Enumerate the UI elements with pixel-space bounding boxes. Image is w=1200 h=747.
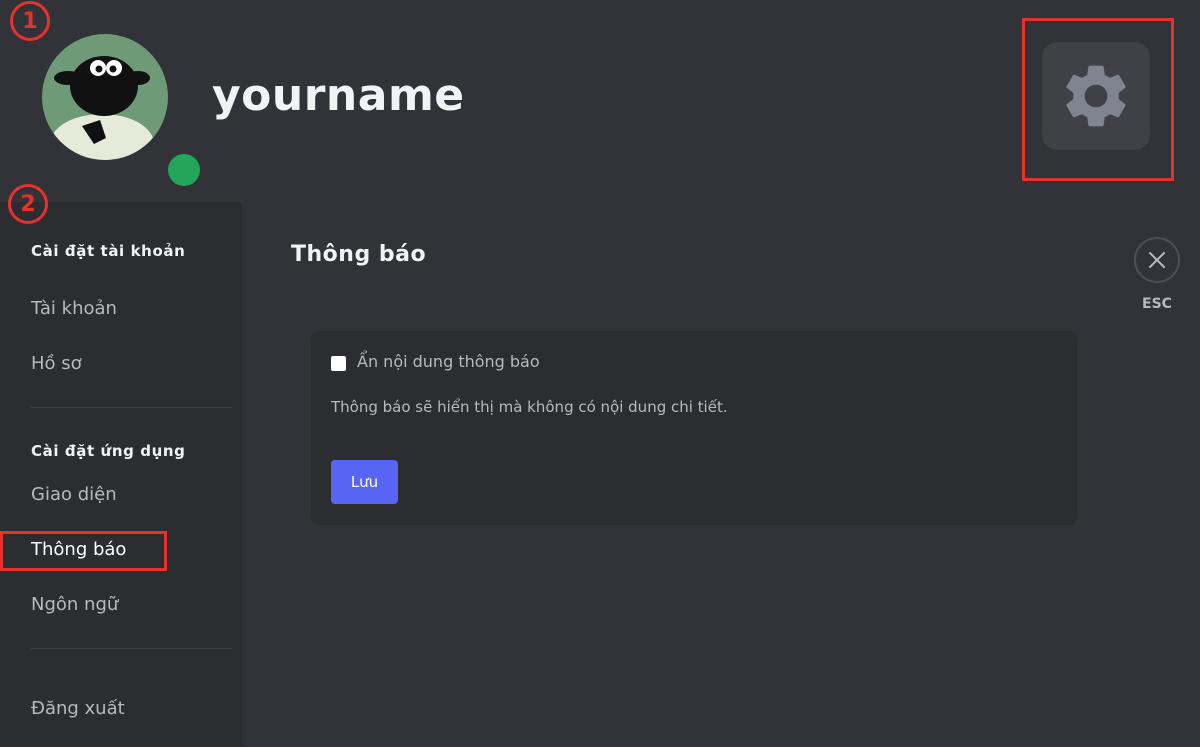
- page-title: Thông báo: [291, 242, 427, 267]
- sidebar-divider: [31, 407, 232, 408]
- avatar[interactable]: [42, 34, 208, 194]
- esc-label: ESC: [1142, 296, 1172, 312]
- username: yourname: [212, 70, 465, 121]
- step-badge-1: 1: [10, 1, 50, 41]
- hide-content-label[interactable]: Ẩn nội dung thông báo: [357, 352, 540, 371]
- sidebar-heading-app: Cài đặt ứng dụng: [31, 442, 186, 460]
- sidebar-item-appearance[interactable]: Giao diện: [31, 484, 117, 505]
- hide-content-description: Thông báo sẽ hiển thị mà không có nội du…: [331, 398, 728, 416]
- sidebar-divider: [31, 648, 232, 649]
- settings-sidebar: Cài đặt tài khoản Tài khoản Hồ sơ Cài đặ…: [0, 202, 242, 747]
- notifications-highlight-box: [0, 531, 167, 571]
- profile-header: yourname: [0, 0, 1200, 202]
- online-status-indicator: [160, 146, 208, 194]
- step-badge-2: 2: [8, 184, 48, 224]
- hide-content-checkbox[interactable]: [331, 356, 346, 371]
- save-button[interactable]: Lưu: [331, 460, 398, 504]
- settings-content: Thông báo ESC Ẩn nội dung thông báo Thôn…: [242, 202, 1200, 747]
- sheep-avatar-icon: [42, 34, 168, 160]
- sidebar-item-profile[interactable]: Hồ sơ: [31, 353, 82, 374]
- settings-highlight-box: [1022, 18, 1174, 181]
- sidebar-item-account[interactable]: Tài khoản: [31, 298, 117, 319]
- sidebar-item-language[interactable]: Ngôn ngữ: [31, 594, 118, 615]
- close-icon: [1149, 252, 1165, 268]
- notification-settings-card: Ẩn nội dung thông báo Thông báo sẽ hiển …: [311, 331, 1077, 525]
- close-button[interactable]: [1134, 237, 1180, 283]
- sidebar-heading-account: Cài đặt tài khoản: [31, 242, 186, 260]
- sidebar-item-logout[interactable]: Đăng xuất: [31, 698, 125, 719]
